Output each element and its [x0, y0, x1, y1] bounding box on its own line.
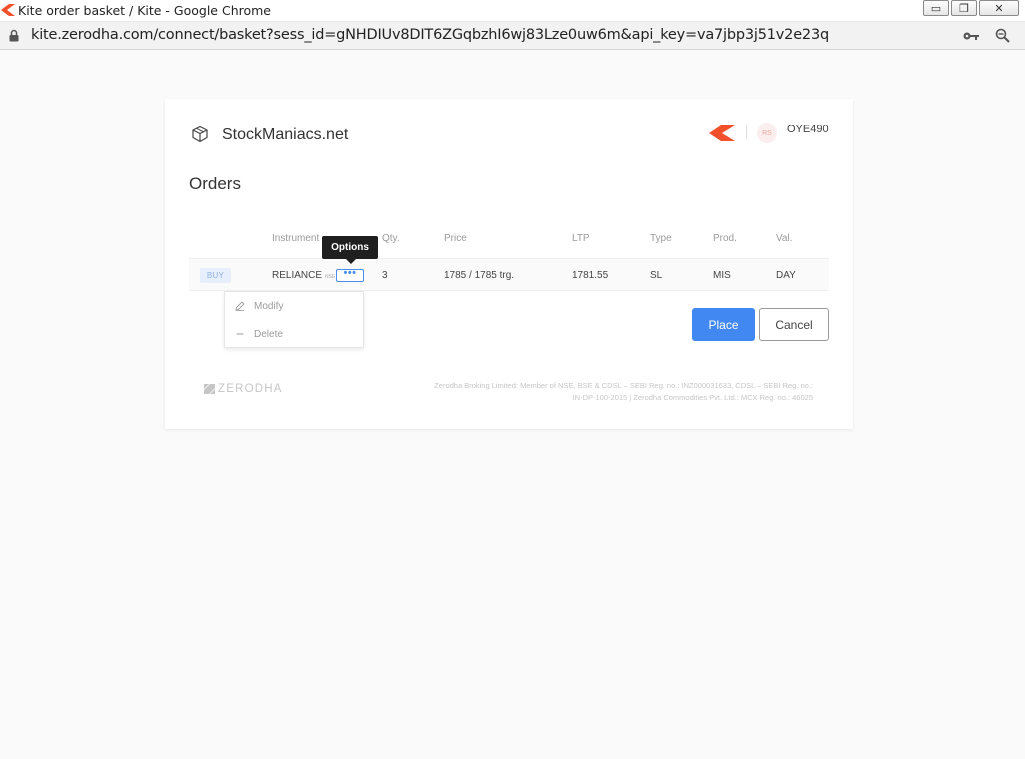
cancel-button[interactable]: Cancel: [759, 308, 829, 341]
url-field[interactable]: kite.zerodha.com/connect/basket?sess_id=…: [31, 27, 829, 43]
options-menu: Modify Delete: [224, 291, 364, 348]
place-button[interactable]: Place: [692, 308, 755, 341]
minimize-button[interactable]: ▭: [923, 0, 949, 16]
menu-item-delete[interactable]: Delete: [235, 327, 283, 341]
column-header-instrument: Instrument: [272, 233, 320, 244]
restore-button[interactable]: ❐: [951, 0, 977, 16]
validity-cell: DAY: [776, 270, 796, 281]
column-header-type: Type: [650, 233, 672, 244]
minus-icon: [236, 333, 244, 335]
zerodha-logo-icon: [204, 384, 215, 394]
avatar[interactable]: RS: [757, 123, 777, 143]
pencil-icon: [235, 301, 245, 311]
close-button[interactable]: ✕: [979, 0, 1019, 16]
basket-card: StockManiacs.net RS OYE490 Orders Instru…: [165, 99, 853, 429]
window-title: Kite order basket / Kite - Google Chrome: [18, 3, 271, 18]
options-tooltip: Options: [322, 236, 378, 264]
price-cell: 1785 / 1785 trg.: [444, 270, 515, 281]
menu-item-modify[interactable]: Modify: [235, 299, 283, 313]
column-header-qty: Qty.: [382, 233, 400, 244]
column-header-validity: Val.: [776, 233, 793, 244]
footer-disclaimer: Zerodha Broking Limited: Member of NSE, …: [393, 380, 813, 404]
product-cell: MIS: [713, 270, 731, 281]
zerodha-logo: ZERODHA: [204, 382, 283, 396]
menu-item-label: Delete: [254, 328, 283, 340]
orders-table-header: Instrument Qty. Price LTP Type Prod. Val…: [189, 231, 829, 257]
zoom-out-icon[interactable]: [995, 28, 1010, 43]
window-titlebar: Kite order basket / Kite - Google Chrome…: [0, 0, 1025, 22]
header-divider: [746, 125, 747, 139]
column-header-price: Price: [444, 233, 467, 244]
ltp-cell: 1781.55: [572, 270, 609, 281]
options-button[interactable]: •••: [336, 268, 364, 282]
zerodha-logo-text: ZERODHA: [218, 383, 283, 395]
qty-cell: 3: [382, 270, 388, 281]
footer-line-2: IN-DP-100-2015 | Zerodha Commodities Pvt…: [572, 393, 813, 402]
order-side-badge: BUY: [200, 268, 231, 283]
user-id: OYE490: [787, 125, 829, 133]
menu-item-label: Modify: [254, 300, 284, 312]
kite-logo-icon: [709, 125, 735, 141]
kite-logo-icon: [1, 4, 15, 16]
column-header-ltp: LTP: [572, 233, 590, 244]
type-cell: SL: [650, 270, 663, 281]
package-icon: [192, 125, 208, 143]
page-title: Orders: [189, 174, 241, 193]
app-brand-name: StockManiacs.net: [222, 126, 349, 143]
key-icon[interactable]: [963, 30, 979, 42]
column-header-product: Prod.: [713, 233, 737, 244]
exchange-label: NSE: [325, 274, 336, 280]
footer-line-1: Zerodha Broking Limited: Member of NSE, …: [434, 381, 813, 390]
table-row: BUY RELIANCE NSE ••• 3 1785 / 1785 trg. 1…: [189, 258, 829, 291]
window-controls: ▭ ❐ ✕: [923, 0, 1019, 17]
instrument-cell: RELIANCE NSE: [272, 270, 335, 281]
instrument-name: RELIANCE: [272, 270, 323, 281]
lock-icon: [9, 29, 19, 42]
address-bar: kite.zerodha.com/connect/basket?sess_id=…: [0, 22, 1025, 50]
